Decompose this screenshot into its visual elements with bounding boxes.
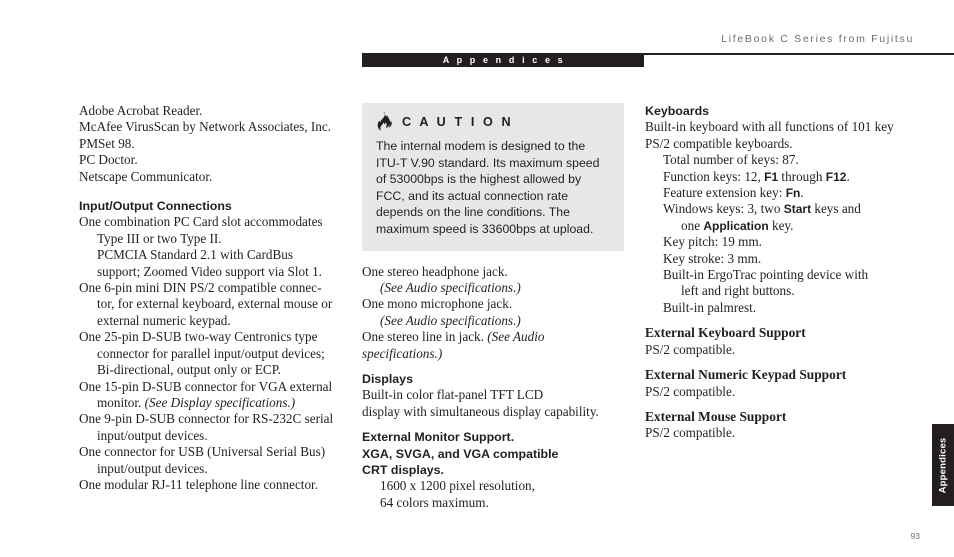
caution-line: maximum speed is 33600bps at upload.: [376, 221, 594, 236]
section-bar-label: A p p e n d i c e s: [442, 54, 566, 65]
windows-keys-text: Windows keys: 3, two: [663, 201, 784, 217]
external-mouse-support-body: PS/2 compatible.: [645, 425, 736, 441]
io-line: support; Zoomed Video support via Slot 1…: [97, 263, 322, 279]
page-number: 93: [910, 531, 920, 541]
caution-line: The internal modem is designed to the: [376, 139, 586, 153]
heading-external-monitor-support-line2: XGA, SVGA, and VGA compatible: [362, 446, 559, 461]
application-key-post: key.: [768, 217, 794, 233]
keyboard-spec-key-stroke: Key stroke: 3 mm.: [663, 250, 762, 266]
vga-monitor-text: monitor.: [97, 394, 145, 410]
heading-external-monitor-support-line3: CRT displays.: [362, 463, 444, 478]
io-line: Type III or two Type II.: [97, 230, 222, 246]
io-line: One combination PC Card slot accommodate…: [79, 214, 323, 230]
audio-crossref: (See Audio specifications.): [380, 312, 521, 328]
io-line: connector for parallel input/output devi…: [97, 345, 325, 361]
io-line: PCMCIA Standard 2.1 with CardBus: [97, 247, 293, 263]
heading-external-numeric-keypad-support: External Numeric Keypad Support: [645, 367, 847, 383]
displays-line: Built-in color flat-panel TFT LCD: [362, 387, 544, 403]
heading-external-keyboard-support: External Keyboard Support: [645, 325, 806, 341]
key-label-application: Application: [703, 218, 769, 233]
audio-line-microphone: One mono microphone jack.: [362, 296, 513, 312]
keyboard-spec-total-keys: Total number of keys: 87.: [663, 152, 799, 168]
left-column: Adobe Acrobat Reader. McAfee VirusScan b…: [79, 103, 335, 493]
audio-line-line-in: One stereo line in jack. (See Audio spec…: [362, 329, 624, 362]
software-item: PMSet 98.: [79, 135, 135, 151]
function-keys-text: Function keys: 12,: [663, 168, 765, 184]
io-line: One 6-pin mini DIN PS/2 compatible conne…: [79, 280, 322, 296]
keyboard-spec-palmrest: Built-in palmrest.: [663, 299, 757, 315]
software-item: Adobe Acrobat Reader.: [79, 103, 203, 118]
thumb-tab-appendices: Appendices: [932, 424, 954, 506]
displays-line: display with simultaneous display capabi…: [362, 403, 599, 419]
software-item: Netscape Communicator.: [79, 168, 213, 184]
io-line: external numeric keypad.: [97, 312, 231, 328]
running-head: LifeBook C Series from Fujitsu: [721, 33, 914, 45]
io-line: input/output devices.: [97, 460, 208, 476]
audio-crossref: (See Audio specifications.): [380, 279, 521, 295]
caution-header: C A U T I O N: [376, 112, 610, 131]
io-line: One 25-pin D-SUB two-way Centronics type: [79, 329, 318, 345]
caution-line: FCC, and its actual connection rate: [376, 188, 569, 203]
external-numeric-keypad-support-body: PS/2 compatible.: [645, 383, 736, 399]
key-label-fn: Fn: [785, 186, 801, 201]
key-label-start: Start: [783, 202, 812, 217]
keyboard-spec-ergotrac: Built-in ErgoTrac pointing device with: [663, 267, 869, 283]
caution-line: ITU-T V.90 standard. Its maximum speed: [376, 155, 600, 170]
io-line: One 9-pin D-SUB connector for RS-232C se…: [79, 411, 334, 427]
section-bar: A p p e n d i c e s: [362, 53, 644, 67]
keyboard-spec-ergotrac-line2: left and right buttons.: [681, 283, 795, 299]
keyboard-spec-feature-key: Feature extension key: Fn.: [645, 185, 910, 201]
caution-line: of 53000bps is the highest allowed by: [376, 172, 582, 187]
external-monitor-spec: 64 colors maximum.: [380, 494, 489, 510]
vga-monitor-crossref: (See Display specifications.): [144, 394, 296, 410]
heading-external-monitor-support: External Monitor Support.: [362, 430, 515, 445]
keyboard-spec-key-pitch: Key pitch: 19 mm.: [663, 234, 762, 250]
feature-key-post: .: [800, 185, 804, 201]
caution-line: depends on the line conditions. The: [376, 205, 570, 220]
function-keys-mid: through: [778, 168, 826, 184]
external-keyboard-support-body: PS/2 compatible.: [645, 341, 736, 357]
application-key-pre: one: [681, 217, 704, 233]
flame-icon: [377, 112, 392, 131]
heading-displays: Displays: [362, 372, 413, 386]
io-line: input/output devices.: [97, 427, 208, 443]
software-item: PC Doctor.: [79, 152, 138, 168]
heading-keyboards: Keyboards: [645, 104, 710, 118]
key-label-f1: F1: [764, 169, 779, 184]
io-line: One modular RJ-11 telephone line connect…: [79, 476, 319, 492]
caution-box: C A U T I O N The internal modem is desi…: [362, 103, 624, 251]
heading-external-mouse-support: External Mouse Support: [645, 408, 787, 424]
caution-title: C A U T I O N: [402, 114, 514, 129]
windows-keys-post: keys and: [811, 201, 861, 217]
function-keys-post: .: [846, 168, 850, 184]
key-label-f12: F12: [825, 169, 847, 184]
heading-input-output-connections: Input/Output Connections: [79, 199, 232, 214]
line-in-text: One stereo line in jack.: [362, 329, 488, 345]
keyboards-intro-line: PS/2 compatible keyboards.: [645, 135, 793, 151]
keyboards-intro-line: Built-in keyboard with all functions of …: [645, 119, 894, 135]
external-monitor-spec: 1600 x 1200 pixel resolution,: [380, 478, 535, 494]
thumb-tab-label: Appendices: [937, 437, 949, 493]
io-line: One 15-pin D-SUB connector for VGA exter…: [79, 378, 333, 394]
keyboard-spec-windows-keys: Windows keys: 3, two Start keys and: [645, 201, 910, 217]
io-line: Bi-directional, output only or ECP.: [97, 362, 281, 378]
feature-key-text: Feature extension key:: [663, 185, 786, 201]
caution-body: The internal modem is designed to the IT…: [376, 138, 610, 238]
center-column: C A U T I O N The internal modem is desi…: [362, 103, 624, 511]
audio-line-headphone: One stereo headphone jack.: [362, 263, 508, 279]
keyboard-spec-windows-keys-line2: one Application key.: [645, 218, 910, 234]
io-line-vga-monitor: monitor. (See Display specifications.): [79, 395, 335, 411]
io-line: tor, for external keyboard, external mou…: [97, 296, 333, 312]
right-column: Keyboards Built-in keyboard with all fun…: [645, 103, 910, 442]
io-line: One connector for USB (Universal Serial …: [79, 444, 326, 460]
software-item: McAfee VirusScan by Network Associates, …: [79, 119, 332, 135]
keyboard-spec-function-keys: Function keys: 12, F1 through F12.: [645, 169, 910, 185]
